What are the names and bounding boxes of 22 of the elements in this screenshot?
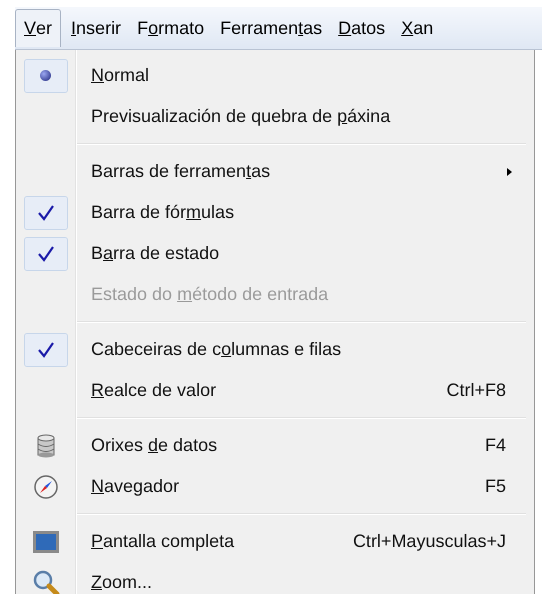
database-icon [36,434,56,458]
menu-item[interactable]: Zoom... [75,562,534,594]
menu-bar-item[interactable]: Datos [332,9,392,47]
menu-item[interactable]: Previsualización de quebra de páxina [75,96,534,137]
menu-item[interactable]: Barras de ferramentas [75,151,534,192]
menu-bar-item[interactable]: Inserir [65,9,128,47]
screen-icon [32,530,60,554]
menu-bar-item[interactable]: Xan [395,9,440,47]
submenu-arrow-icon [507,168,512,176]
menu-item[interactable]: Realce de valor Ctrl+F8 [75,370,534,411]
menu-item[interactable]: Pantalla completa Ctrl+Mayusculas+J [75,521,534,562]
menu-item[interactable]: Barra de estado [75,233,534,274]
menu-item[interactable]: Orixes de datos F4 [75,425,534,466]
menu-bar-item[interactable]: Ferramentas [214,9,328,47]
menu-bar-item[interactable]: Ver [15,9,62,47]
search-icon [32,568,60,594]
menu-bar-item[interactable]: Formato [131,9,210,47]
menu-item[interactable]: Navegador F5 [75,466,534,507]
compass-icon [34,474,58,498]
menu-item[interactable]: Cabeceiras de columnas e filas [75,329,534,370]
menu-item[interactable]: Normal [75,55,534,96]
menu-item[interactable]: Barra de fórmulas [75,192,534,233]
